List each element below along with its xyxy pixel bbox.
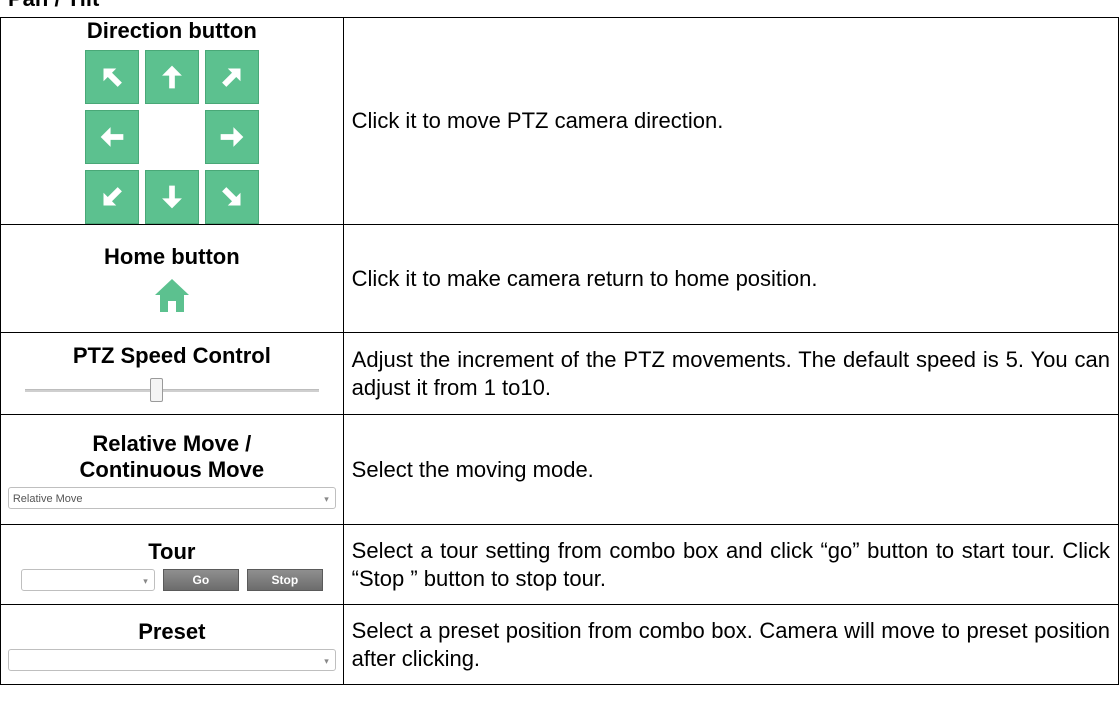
arrow-down-right-icon[interactable] [204, 170, 259, 224]
move-mode-description: Select the moving mode. [342, 414, 1119, 525]
home-cell: Home button [0, 224, 344, 333]
direction-description: Click it to move PTZ camera direction. [342, 17, 1119, 225]
go-button[interactable]: Go [162, 568, 239, 591]
arrow-up-left-icon[interactable] [84, 50, 139, 104]
tour-title: Tour [148, 538, 196, 564]
preset-cell: Preset ▾ [0, 604, 344, 685]
speed-cell: PTZ Speed Control [0, 332, 344, 415]
direction-pad [84, 50, 259, 224]
stop-button[interactable]: Stop [246, 568, 323, 591]
direction-title: Direction button [86, 18, 257, 43]
preset-select[interactable]: ▾ [7, 648, 336, 671]
arrow-up-icon[interactable] [144, 50, 199, 104]
section-title: Pan / Tilt [8, 0, 99, 12]
home-title: Home button [104, 243, 240, 269]
table-row: Relative Move / Continuous Move Relative… [0, 414, 1119, 525]
arrow-up-right-icon[interactable] [204, 50, 259, 104]
slider-thumb[interactable] [149, 377, 163, 402]
table-row: Home button Click it to make camera retu… [0, 224, 1119, 333]
arrow-down-left-icon[interactable] [84, 170, 139, 224]
table-row: Direction button Click it to move PTZ ca… [0, 17, 1119, 225]
slider-track [24, 388, 319, 392]
move-mode-title-line1: Relative Move / [92, 430, 252, 456]
tour-select[interactable]: ▾ [20, 568, 155, 591]
move-mode-select[interactable]: Relative Move ▾ [7, 486, 336, 509]
home-icon[interactable] [153, 276, 191, 314]
chevron-down-icon: ▾ [324, 493, 329, 504]
chevron-down-icon: ▾ [324, 655, 329, 666]
tour-description: Select a tour setting from combo box and… [342, 524, 1119, 605]
arrow-down-icon[interactable] [144, 170, 199, 224]
speed-description: Adjust the increment of the PTZ movement… [342, 332, 1119, 415]
speed-title: PTZ Speed Control [72, 342, 271, 368]
tour-controls: ▾ Go Stop [1, 568, 343, 591]
arrow-left-icon[interactable] [84, 110, 139, 164]
table-row: Preset ▾ Select a preset position from c… [0, 604, 1119, 685]
preset-description: Select a preset position from combo box.… [342, 604, 1119, 685]
direction-cell: Direction button [0, 17, 344, 225]
home-description: Click it to make camera return to home p… [342, 224, 1119, 333]
tour-cell: Tour ▾ Go Stop [0, 524, 344, 605]
pan-tilt-table: Direction button Click it to move PTZ ca… [0, 17, 1119, 685]
direction-pad-center [144, 110, 199, 164]
chevron-down-icon: ▾ [143, 575, 148, 586]
speed-slider[interactable] [24, 375, 319, 405]
table-row: Tour ▾ Go Stop Select a tour setting fro… [0, 524, 1119, 605]
move-mode-title-line2: Continuous Move [79, 456, 265, 482]
table-row: PTZ Speed Control Adjust the increment o… [0, 332, 1119, 415]
move-mode-cell: Relative Move / Continuous Move Relative… [0, 414, 344, 525]
preset-title: Preset [138, 618, 206, 644]
arrow-right-icon[interactable] [204, 110, 259, 164]
move-mode-select-value: Relative Move [12, 492, 83, 505]
